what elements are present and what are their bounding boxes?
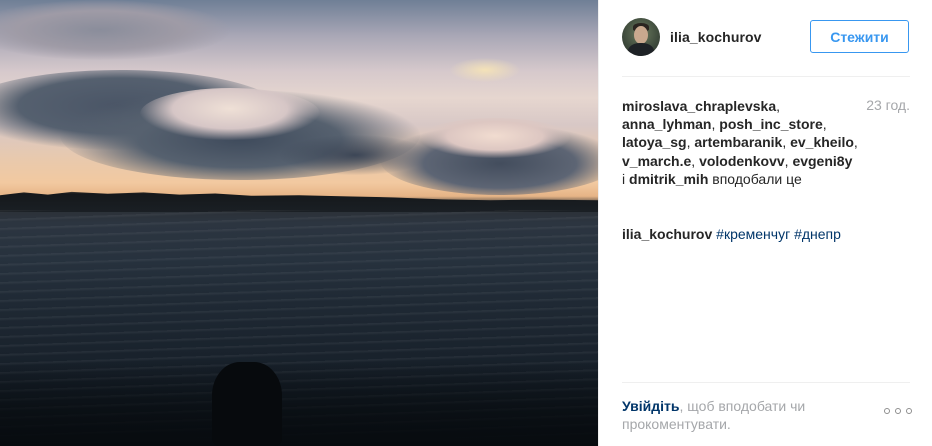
like-user[interactable]: ev_kheilo (790, 134, 854, 150)
like-user[interactable]: anna_lyhman (622, 116, 711, 132)
panel-divider (598, 0, 599, 446)
cloud (450, 58, 520, 82)
like-user[interactable]: latoya_sg (622, 134, 687, 150)
post-photo[interactable] (0, 0, 598, 446)
hashtag[interactable]: #днепр (794, 226, 841, 242)
like-user[interactable]: artembaranik (694, 134, 782, 150)
like-user[interactable]: dmitrik_mih (629, 171, 708, 187)
post-time[interactable]: 23 год. (866, 97, 910, 113)
shore (0, 360, 598, 446)
likes-and: і (622, 170, 626, 187)
hashtag[interactable]: #кременчуг (716, 226, 790, 242)
avatar[interactable] (622, 18, 660, 56)
likes-suffix: вподобали це (712, 170, 802, 187)
like-user[interactable]: miroslava_chraplevska (622, 98, 776, 114)
silhouette (212, 362, 282, 446)
cloud (140, 88, 320, 140)
caption-author[interactable]: ilia_kochurov (622, 226, 712, 242)
like-user[interactable]: posh_inc_store (719, 116, 822, 132)
likes-list: miroslava_chraplevska, anna_lyhman, posh… (622, 98, 858, 187)
cloud (420, 118, 570, 158)
author-username[interactable]: ilia_kochurov (670, 29, 762, 45)
like-user[interactable]: v_march.e (622, 153, 691, 169)
more-options-icon[interactable] (884, 405, 912, 417)
like-user[interactable]: volodenkovv (699, 153, 785, 169)
post-caption: ilia_kochurov #кременчуг #днепр (622, 225, 910, 243)
like-user[interactable]: evgeni8y (792, 153, 852, 169)
login-prompt: Увійдіть, щоб вподобати чи прокоментуват… (622, 397, 852, 433)
login-link[interactable]: Увійдіть (622, 398, 680, 414)
follow-button[interactable]: Стежити (810, 20, 909, 53)
cloud (0, 0, 230, 60)
header-divider (622, 76, 910, 77)
post-header: ilia_kochurov Стежити (622, 17, 910, 57)
footer-divider (622, 382, 910, 383)
